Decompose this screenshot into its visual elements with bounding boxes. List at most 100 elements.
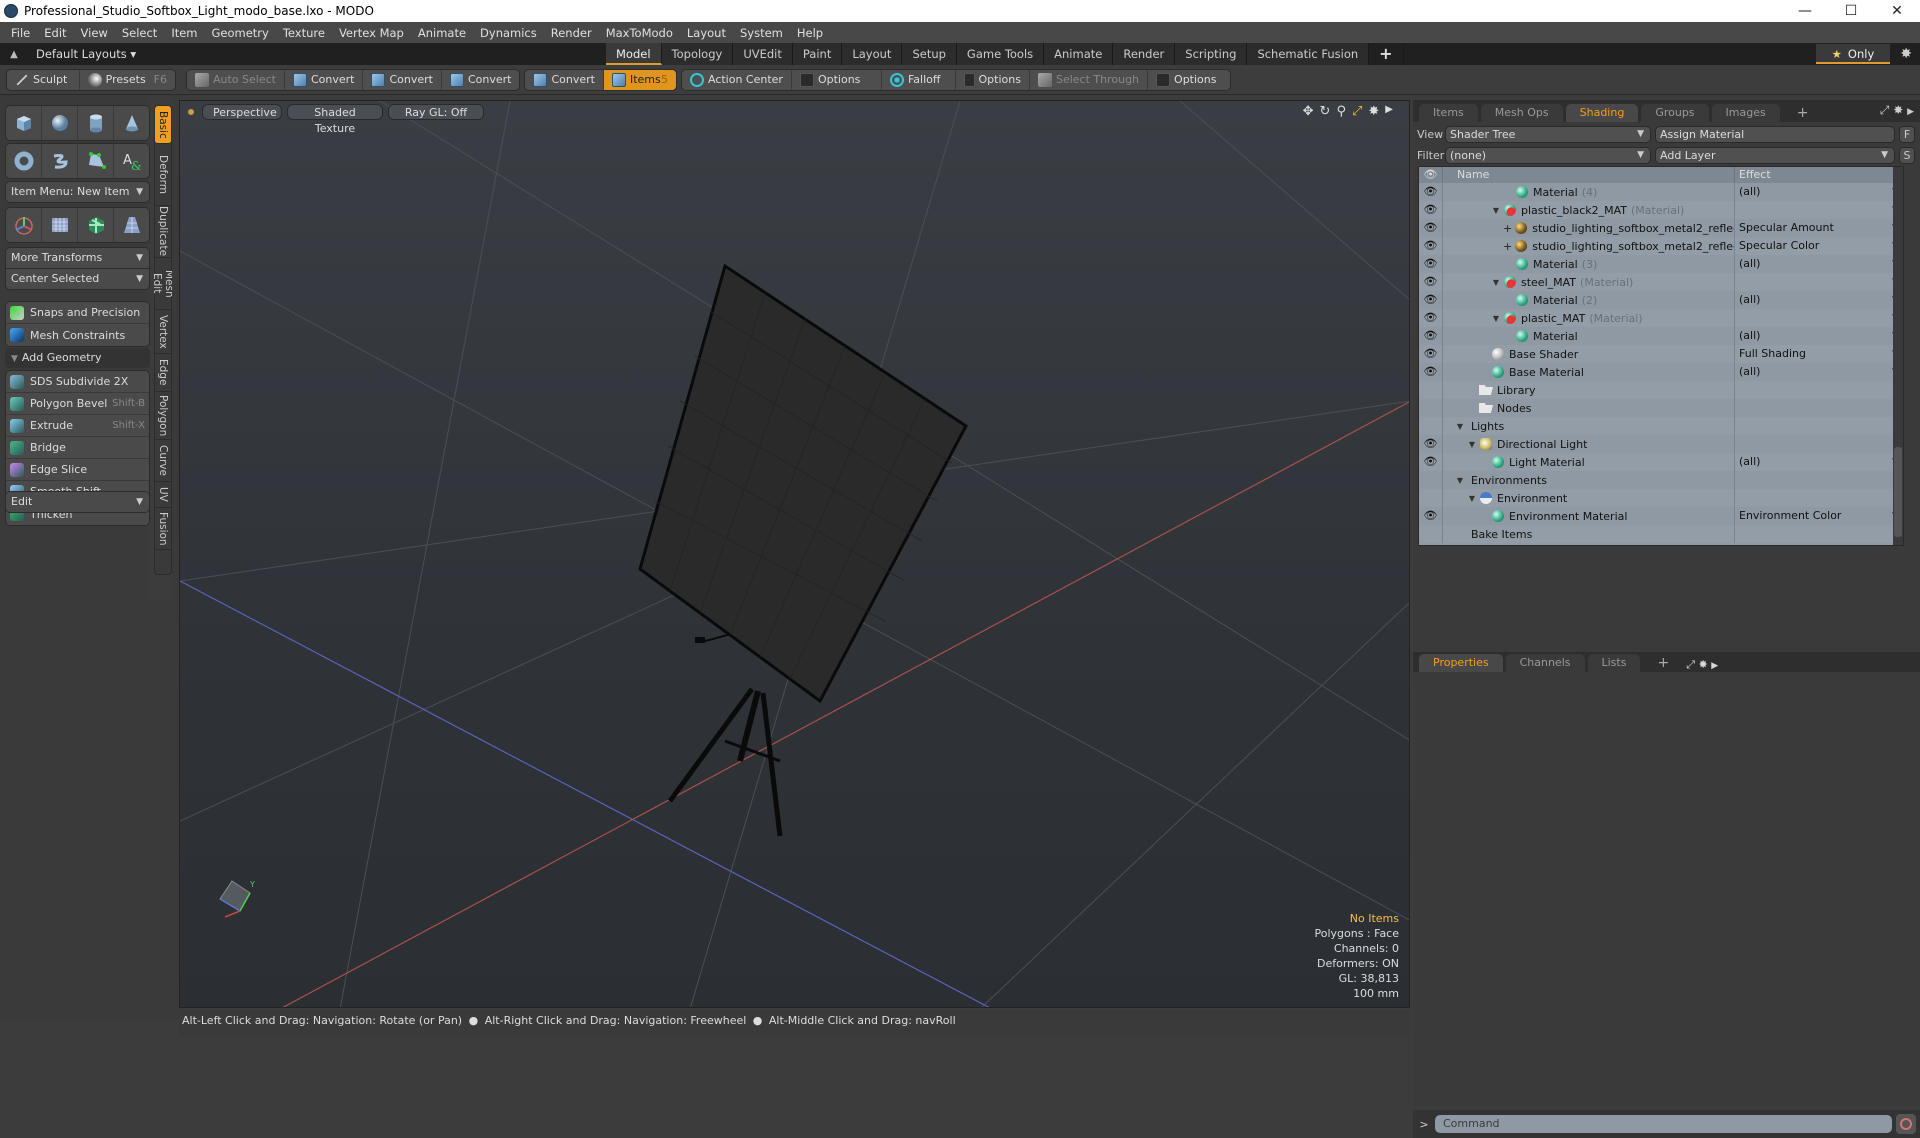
menu-file[interactable]: File [4, 26, 37, 40]
presets-button[interactable]: Presets F6 [80, 70, 175, 90]
sphere-primitive-button[interactable] [42, 106, 78, 140]
visibility-eye-icon[interactable]: 👁 [1419, 309, 1443, 327]
shader-tree-row[interactable]: 👁Material(3)(all)▼ [1419, 255, 1903, 273]
vtab-curve[interactable]: Curve [155, 440, 171, 482]
taper-tool-button[interactable] [114, 208, 149, 242]
effect-cell[interactable]: ▼ [1735, 309, 1903, 327]
panel-expand-icon[interactable]: ▶ [1907, 107, 1914, 117]
vtab-duplicate[interactable]: Duplicate [155, 206, 171, 258]
vtab-polygon[interactable]: Polygon [155, 392, 171, 440]
visibility-eye-icon[interactable]: 👁 [1419, 363, 1443, 381]
shading-mode-button[interactable]: Shaded Texture [287, 104, 383, 135]
shader-tree-row[interactable]: 👁 + studio_lighting_softbox_metal2_reflect… [1419, 219, 1903, 237]
layout-tab-schematic-fusion[interactable]: Schematic Fusion [1247, 43, 1370, 65]
shader-tree-row[interactable]: ▼ Environments [1419, 471, 1903, 489]
vtab-edge[interactable]: Edge [155, 354, 171, 392]
menu-system[interactable]: System [733, 26, 790, 40]
expand-plus-icon[interactable]: + [1503, 222, 1512, 235]
deform-tool-button[interactable] [42, 208, 78, 242]
tab-images[interactable]: Images [1711, 104, 1780, 122]
transform-tool-button[interactable] [6, 208, 42, 242]
menu-animate[interactable]: Animate [411, 26, 473, 40]
ray-gl-button[interactable]: Ray GL: Off [388, 104, 484, 120]
convert-vertices-button[interactable]: Convert [285, 69, 364, 90]
3d-viewport[interactable]: Y Perspective Shaded Texture Ray GL: Off… [179, 100, 1410, 1008]
collapse-triangle-icon[interactable]: ▼ [1491, 206, 1501, 215]
rotate-icon[interactable]: ↻ [1320, 104, 1331, 119]
zoom-icon[interactable]: ⚲ [1336, 104, 1346, 119]
vtab-mesh-edit[interactable]: Mesh Edit [151, 258, 175, 310]
viewport-status-dot[interactable] [188, 109, 194, 115]
menu-texture[interactable]: Texture [276, 26, 332, 40]
convert-materials-button[interactable]: Convert [525, 69, 604, 90]
maximize-button[interactable]: ☐ [1828, 3, 1874, 19]
tool-edge-slice-button[interactable]: Edge Slice [6, 459, 149, 481]
shader-tree-scrollbar[interactable] [1893, 167, 1903, 545]
name-column-header[interactable]: Name [1443, 167, 1735, 183]
collapse-triangle-icon[interactable]: ▼ [1455, 422, 1465, 431]
shader-tree-row[interactable]: 👁 ▼ plastic_black2_MAT(Material) ▼ [1419, 201, 1903, 219]
shader-tree-row[interactable]: 👁 Light Material (all)▼ [1419, 453, 1903, 471]
menu-help[interactable]: Help [790, 26, 830, 40]
pen-primitive-button[interactable] [78, 144, 114, 178]
default-layouts-dropdown[interactable]: Default Layouts ▾ [36, 47, 606, 61]
shader-tree-row[interactable]: 👁 ▼ steel_MAT(Material) ▼ [1419, 273, 1903, 291]
items-mode-button[interactable]: Items 5 [603, 69, 676, 90]
effect-cell[interactable]: Specular Color▼ [1735, 237, 1903, 255]
effect-cell[interactable]: ▼ [1735, 201, 1903, 219]
action-center-button[interactable]: Action Center [682, 69, 792, 90]
menu-select[interactable]: Select [115, 26, 164, 40]
uv-tool-button[interactable] [78, 208, 114, 242]
menu-item[interactable]: Item [164, 26, 204, 40]
capsule-primitive-button[interactable] [42, 144, 78, 178]
minimize-button[interactable]: — [1782, 3, 1828, 19]
panel-gear-icon[interactable]: ✸ [1893, 103, 1903, 117]
visibility-eye-icon[interactable]: 👁 [1419, 201, 1443, 219]
tab-items[interactable]: Items [1419, 104, 1478, 122]
menu-dynamics[interactable]: Dynamics [473, 26, 544, 40]
panel-expand-icon[interactable]: ▶ [1711, 661, 1718, 671]
layout-tab-game-tools[interactable]: Game Tools [956, 43, 1045, 65]
collapse-triangle-icon[interactable]: ▼ [1455, 476, 1465, 485]
scene-canvas[interactable]: Y [180, 101, 1410, 1008]
visibility-eye-icon[interactable]: 👁 [1419, 237, 1443, 255]
tool-sds-subdivide-2x-button[interactable]: SDS Subdivide 2X [6, 371, 149, 393]
s-button[interactable]: S [1899, 146, 1915, 164]
add-layer-dropdown[interactable]: Add Layer ▼ [1655, 146, 1895, 164]
cone-primitive-button[interactable] [114, 106, 149, 140]
view-dropdown[interactable]: Shader Tree ▼ [1445, 125, 1651, 143]
softbox-model[interactable] [638, 263, 968, 837]
f-button[interactable]: F [1899, 125, 1915, 143]
vtab-fusion[interactable]: Fusion [155, 508, 171, 550]
layout-tab-uvedit[interactable]: UVEdit [733, 43, 793, 65]
menu-vertex-map[interactable]: Vertex Map [332, 26, 411, 40]
visibility-eye-icon[interactable]: 👁 [1419, 219, 1443, 237]
sculpt-button[interactable]: Sculpt [7, 69, 80, 90]
collapse-triangle-icon[interactable]: ▼ [1491, 278, 1501, 287]
convert-polygons-button[interactable]: Convert [442, 70, 519, 90]
add-tab-button[interactable]: + [1643, 654, 1683, 672]
vtab-uv[interactable]: UV [155, 482, 171, 508]
vtab-basic[interactable]: Basic [155, 106, 171, 144]
menu-render[interactable]: Render [544, 26, 599, 40]
layout-tab-paint[interactable]: Paint [792, 43, 843, 65]
layout-tab-layout[interactable]: Layout [842, 43, 903, 65]
auto-select-button[interactable]: Auto Select [187, 69, 285, 90]
shader-tree-row[interactable]: 👁Material(2)(all)▼ [1419, 291, 1903, 309]
visibility-eye-icon[interactable]: 👁 [1419, 435, 1443, 453]
assign-material-button[interactable]: Assign Material [1655, 125, 1895, 143]
menu-layout[interactable]: Layout [680, 26, 733, 40]
menu-edit[interactable]: Edit [37, 26, 73, 40]
vtab-deform[interactable]: Deform [155, 144, 171, 206]
item-menu-dropdown[interactable]: Item Menu: New Item ▼ [5, 181, 150, 203]
visibility-eye-icon[interactable]: 👁 [1419, 273, 1443, 291]
collapse-triangle-icon[interactable]: ▼ [1491, 314, 1501, 323]
shader-tree-row[interactable]: 👁 ▼ Directional Light [1419, 435, 1903, 453]
shader-tree-row[interactable]: 👁 Base Material (all)▼ [1419, 363, 1903, 381]
text-primitive-button[interactable]: A & [114, 144, 149, 178]
falloff-options-button[interactable]: Options [956, 69, 1030, 90]
convert-edges-button[interactable]: Convert [363, 69, 442, 90]
shader-tree-row[interactable]: Library [1419, 381, 1903, 399]
maximize-panel-icon[interactable]: ⤢ [1686, 658, 1695, 671]
menu-view[interactable]: View [74, 26, 115, 40]
